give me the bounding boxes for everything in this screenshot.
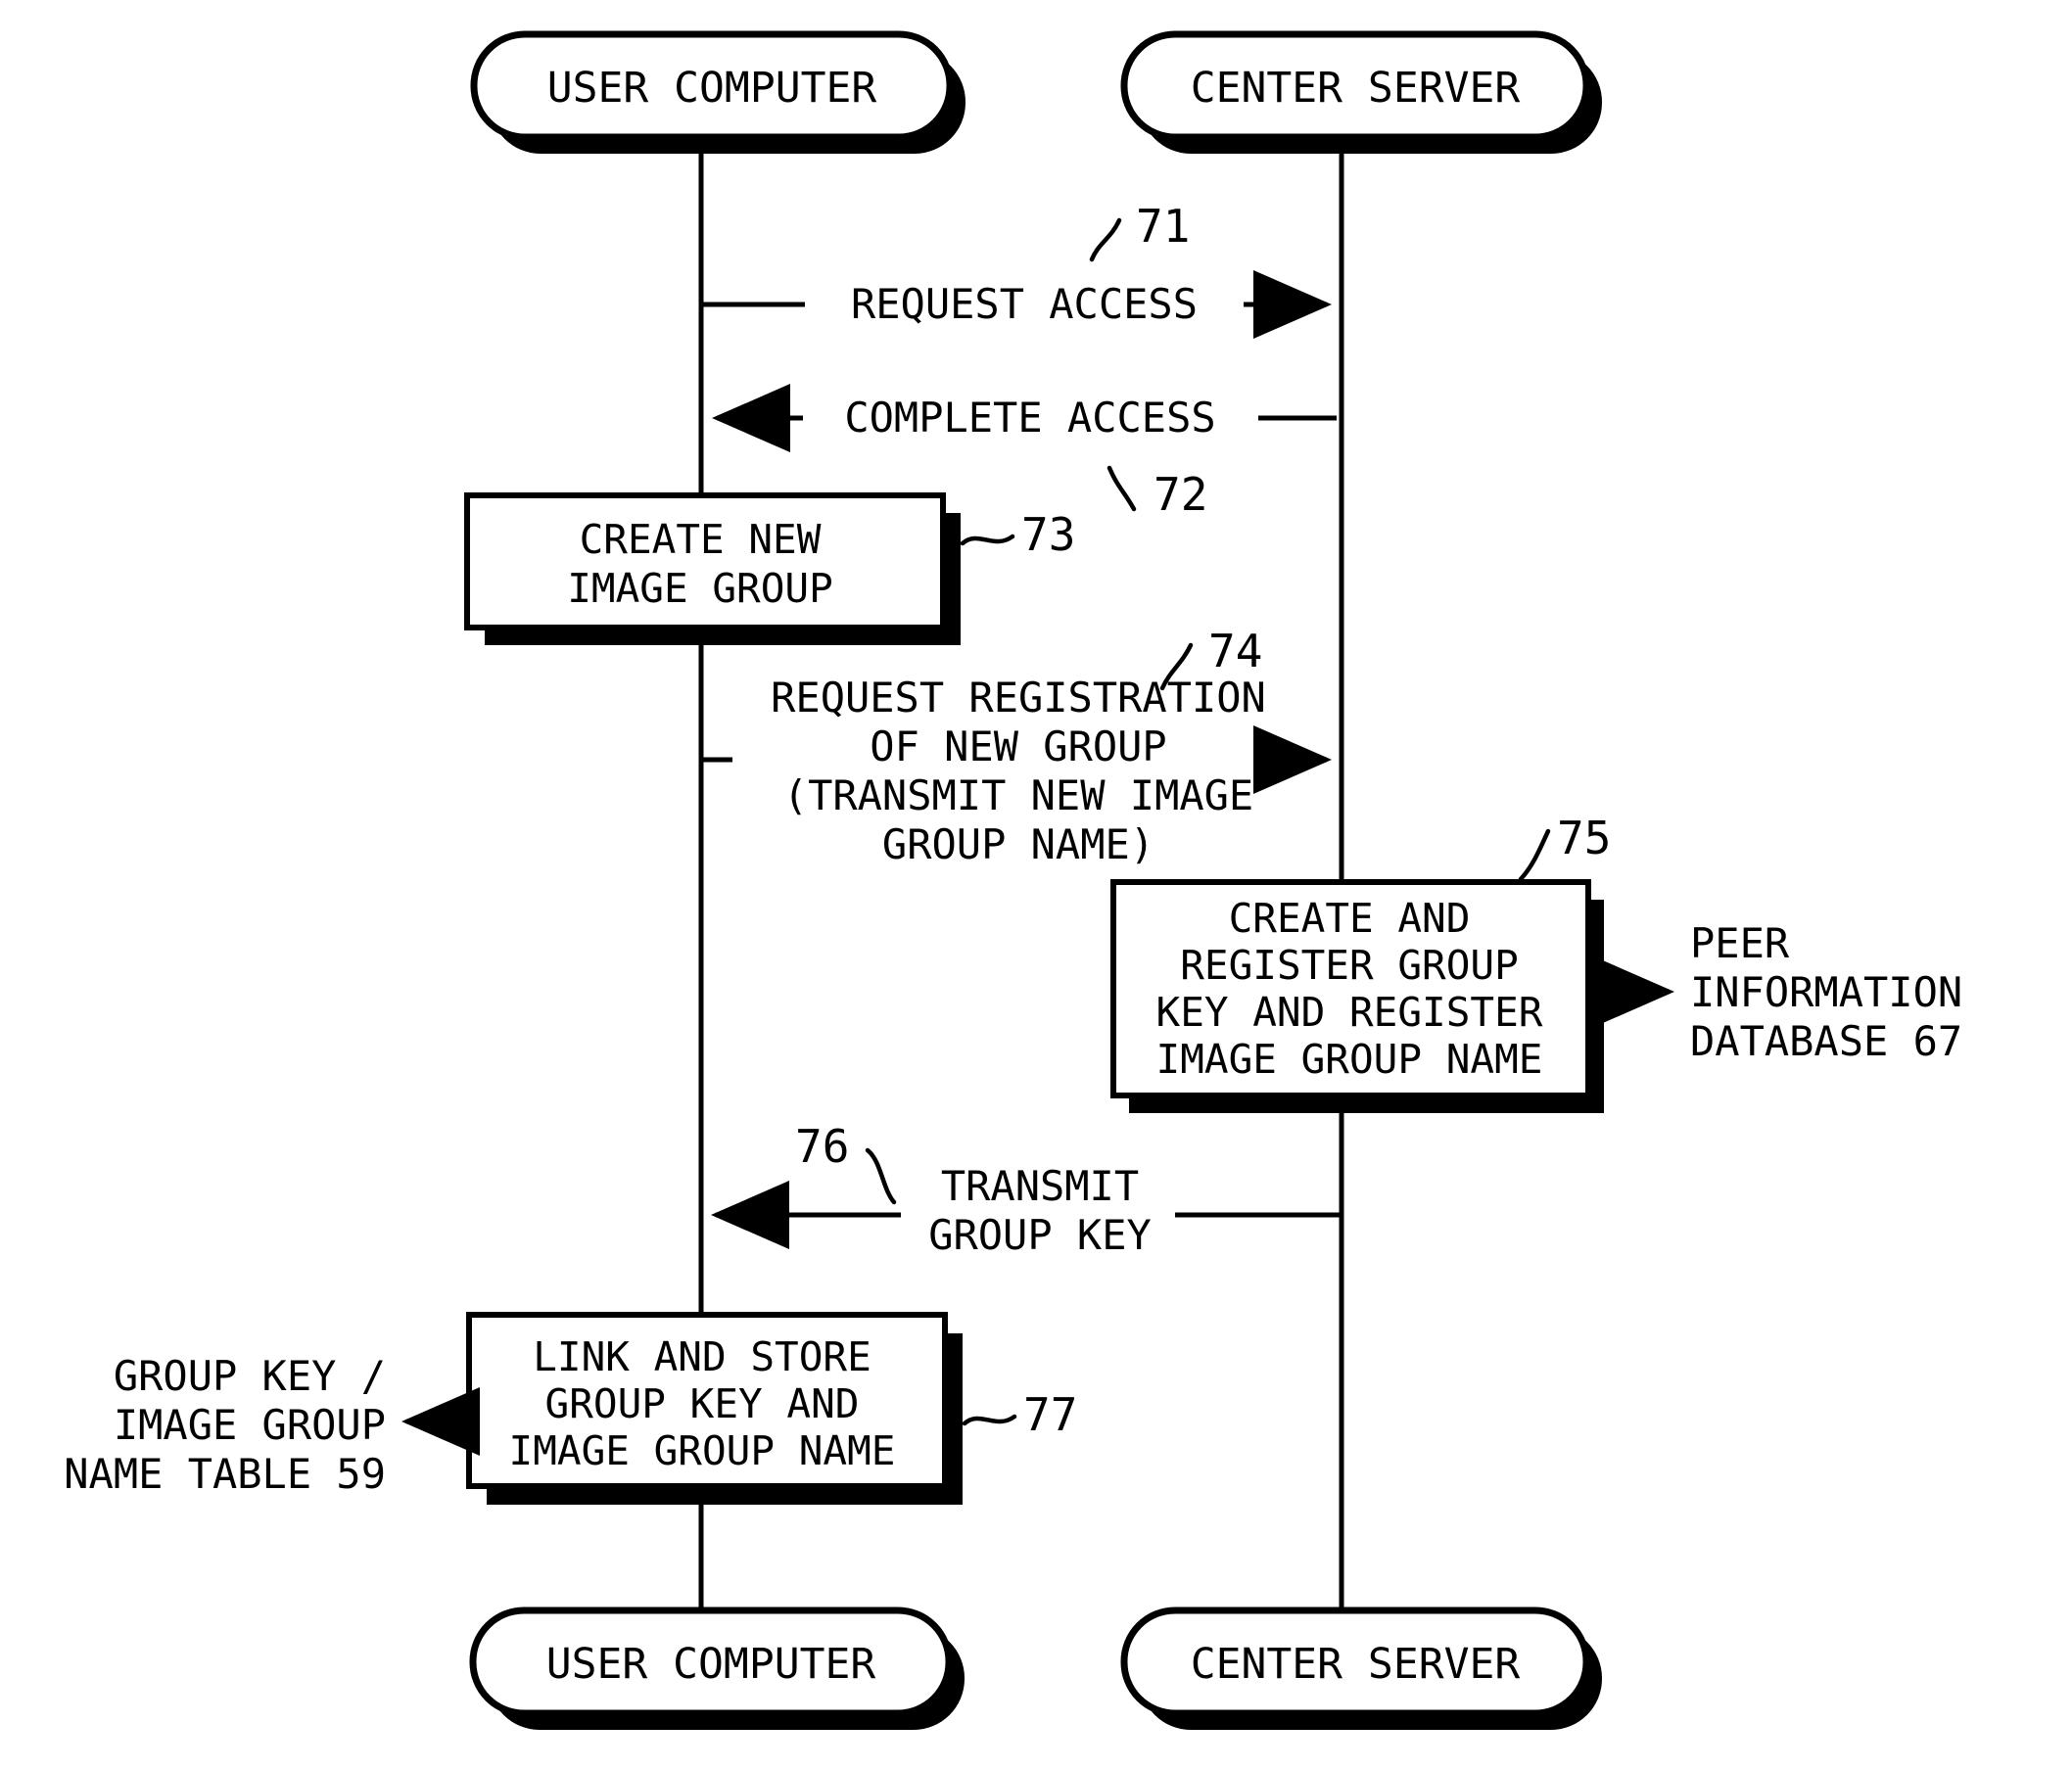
external-store-group-key-table: GROUP KEY / IMAGE GROUP NAME TABLE 59 xyxy=(64,1352,480,1498)
process-box-77: LINK AND STORE GROUP KEY AND IMAGE GROUP… xyxy=(466,1312,1077,1505)
ref-numeral-74: 74 xyxy=(1208,625,1262,677)
ref-numeral-73: 73 xyxy=(1021,508,1075,561)
message-label: REQUEST ACCESS xyxy=(851,280,1198,328)
ref-numeral-72: 72 xyxy=(1154,468,1207,521)
box-line: CREATE AND xyxy=(1229,895,1471,942)
actor-user-computer-top: USER COMPUTER xyxy=(470,30,965,154)
message-74: REQUEST REGISTRATION OF NEW GROUP (TRANS… xyxy=(701,625,1332,868)
actor-label: CENTER SERVER xyxy=(1191,1640,1521,1689)
store-line: NAME TABLE 59 xyxy=(64,1450,386,1498)
message-label: REQUEST REGISTRATION xyxy=(771,674,1266,722)
message-76: TRANSMIT GROUP KEY 76 xyxy=(711,1120,1340,1259)
store-line: IMAGE GROUP xyxy=(114,1401,386,1449)
ref-numeral-71: 71 xyxy=(1136,200,1190,253)
actor-label: USER COMPUTER xyxy=(547,64,877,113)
message-label: GROUP NAME) xyxy=(882,820,1154,868)
message-label: (TRANSMIT NEW IMAGE xyxy=(783,771,1253,819)
process-box-73: CREATE NEW IMAGE GROUP 73 xyxy=(464,492,1075,645)
box-line: LINK AND STORE xyxy=(533,1333,871,1380)
store-line: GROUP KEY / xyxy=(114,1352,386,1400)
store-line: INFORMATION xyxy=(1690,968,1962,1016)
box-line: KEY AND REGISTER xyxy=(1156,989,1543,1036)
actor-label: USER COMPUTER xyxy=(546,1640,876,1689)
process-box-75: CREATE AND REGISTER GROUP KEY AND REGIST… xyxy=(1110,812,1611,1113)
message-71: REQUEST ACCESS 71 xyxy=(701,200,1332,339)
message-label: GROUP KEY xyxy=(928,1211,1152,1259)
ref-numeral-75: 75 xyxy=(1557,812,1611,864)
message-label: COMPLETE ACCESS xyxy=(844,394,1215,442)
box-line: REGISTER GROUP xyxy=(1180,942,1519,989)
actor-label: CENTER SERVER xyxy=(1191,64,1521,113)
message-label: OF NEW GROUP xyxy=(870,722,1166,770)
store-line: DATABASE 67 xyxy=(1690,1017,1962,1065)
actor-center-server-top: CENTER SERVER xyxy=(1120,30,1602,154)
ref-numeral-76: 76 xyxy=(795,1120,849,1173)
external-store-peer-information-database: PEER INFORMATION DATABASE 67 xyxy=(1596,919,1962,1065)
actor-user-computer-bottom: USER COMPUTER xyxy=(469,1607,965,1730)
box-line: IMAGE GROUP xyxy=(567,565,833,612)
box-line: IMAGE GROUP NAME xyxy=(1156,1036,1543,1083)
actor-center-server-bottom: CENTER SERVER xyxy=(1120,1607,1602,1730)
figure-canvas: USER COMPUTER CENTER SERVER REQUEST ACCE… xyxy=(0,0,2072,1770)
box-line: IMAGE GROUP NAME xyxy=(509,1427,896,1474)
store-line: PEER xyxy=(1690,919,1790,967)
box-line: GROUP KEY AND xyxy=(545,1380,860,1427)
box-line: CREATE NEW xyxy=(580,516,822,563)
sequence-diagram: USER COMPUTER CENTER SERVER REQUEST ACCE… xyxy=(64,30,1962,1730)
ref-numeral-77: 77 xyxy=(1023,1388,1077,1441)
message-label: TRANSMIT xyxy=(941,1162,1139,1210)
